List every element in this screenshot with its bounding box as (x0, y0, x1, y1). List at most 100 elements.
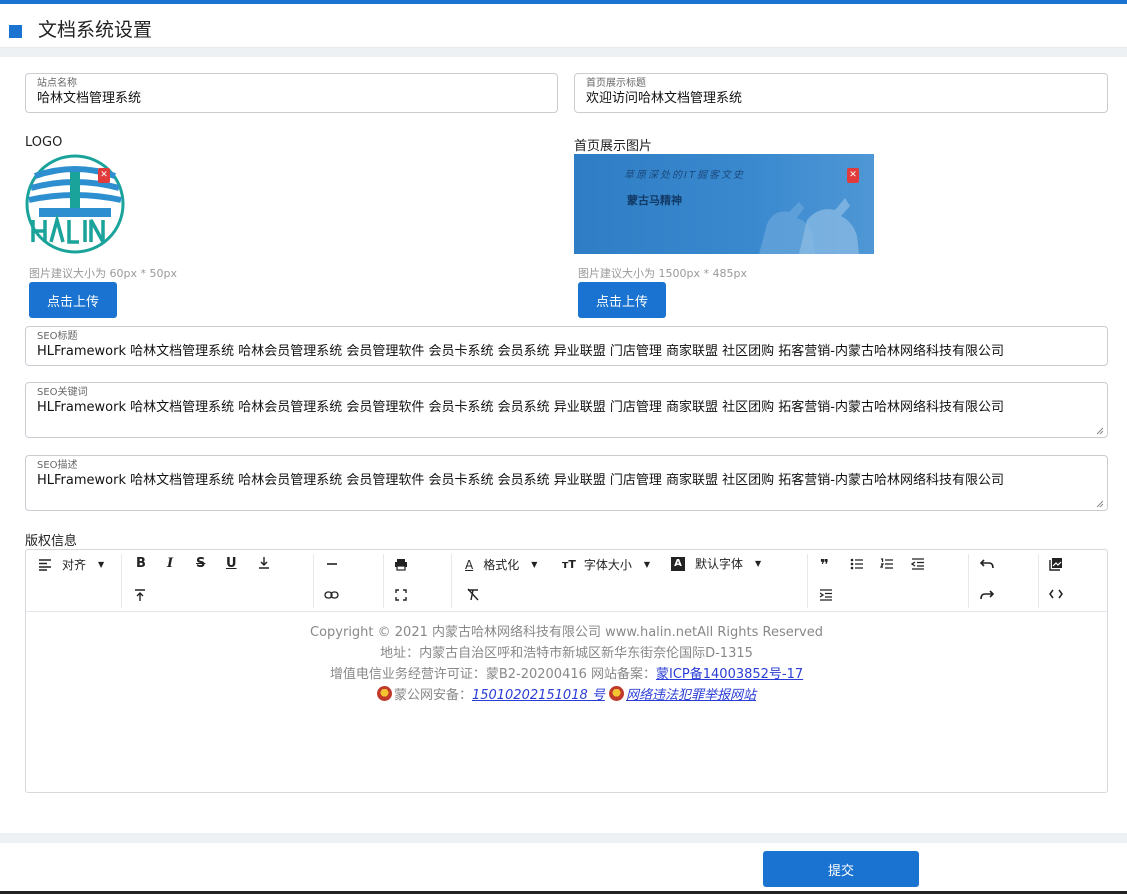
indent-button[interactable] (819, 589, 833, 601)
page-title: 文档系统设置 (38, 19, 153, 41)
police-badge-icon (609, 686, 625, 701)
logo-hint: 图片建议大小为 60px * 50px (29, 267, 177, 280)
arrow-up-bar-icon (135, 589, 145, 601)
subscript-button[interactable] (258, 556, 270, 570)
license-line: 增值电信业务经营许可证：蒙B2-20200416 网站备案：蒙ICP备14003… (26, 664, 1107, 685)
icp-link[interactable]: 蒙ICP备14003852号-17 (656, 667, 803, 682)
numbered-list-icon (880, 558, 893, 569)
site-name-field[interactable]: 站点名称 哈林文档管理系统 (25, 73, 558, 113)
italic-button[interactable]: I (167, 557, 173, 571)
blockquote-button[interactable]: ❞ (820, 558, 829, 573)
font-size-label: 字体大小 (583, 558, 632, 572)
chevron-down-icon: ▼ (98, 560, 105, 569)
toolbar-divider (451, 554, 452, 608)
home-title-field[interactable]: 首页展示标题 欢迎访问哈林文档管理系统 (574, 73, 1108, 113)
align-label: 对齐 (62, 558, 87, 572)
toolbar-divider (383, 554, 384, 608)
printer-icon (395, 559, 407, 571)
seo-keywords-value[interactable]: HLFramework 哈林文档管理系统 哈林会员管理系统 会员管理软件 会员卡… (37, 400, 1004, 416)
horses-graphic (759, 198, 859, 254)
police-badge-icon (376, 686, 392, 701)
bullet-list-button[interactable] (850, 558, 864, 570)
seo-keywords-label: SEO关键词 (37, 387, 88, 398)
redo-icon (980, 590, 994, 600)
rich-text-editor[interactable]: 对齐 ▼ B I S U A 格式化 ▼ ᴛT 字体大小 ▼ A 默认字体 ▼ … (25, 549, 1108, 793)
home-image-delete-icon[interactable]: ✕ (847, 168, 859, 183)
toolbar-divider (807, 554, 808, 608)
link-icon (324, 591, 339, 599)
print-button[interactable] (394, 558, 408, 571)
fullscreen-icon (395, 589, 407, 601)
submit-button[interactable]: 提交 (763, 851, 919, 887)
fullscreen-button[interactable] (395, 589, 407, 601)
home-image-upload-button[interactable]: 点击上传 (578, 282, 666, 318)
chevron-down-icon: ▼ (755, 559, 762, 568)
undo-button[interactable] (980, 559, 994, 569)
font-size-icon: ᴛT (562, 558, 576, 571)
outdent-icon (911, 558, 924, 570)
seo-desc-value[interactable]: HLFramework 哈林文档管理系统 哈林会员管理系统 会员管理软件 会员卡… (37, 473, 1004, 489)
logo-delete-icon[interactable]: ✕ (98, 168, 110, 183)
clear-format-button[interactable] (466, 588, 480, 601)
logo-upload-button[interactable]: 点击上传 (29, 282, 117, 318)
report-site-link[interactable]: 网络违法犯罪举报网站 (626, 688, 756, 703)
seo-desc-field[interactable]: SEO描述 HLFramework 哈林文档管理系统 哈林会员管理系统 会员管理… (25, 455, 1108, 511)
format-dropdown[interactable]: A 格式化 ▼ (465, 558, 537, 572)
logo-label: LOGO (25, 135, 63, 150)
editor-toolbar: 对齐 ▼ B I S U A 格式化 ▼ ᴛT 字体大小 ▼ A 默认字体 ▼ … (26, 550, 1107, 612)
site-name-value[interactable]: 哈林文档管理系统 (37, 91, 141, 107)
toolbar-divider (968, 554, 969, 608)
clear-format-icon (467, 588, 479, 601)
home-title-value[interactable]: 欢迎访问哈林文档管理系统 (586, 91, 742, 107)
bold-button[interactable]: B (136, 557, 146, 571)
outdent-button[interactable] (911, 558, 925, 570)
form-footer: 提交 (0, 843, 1127, 894)
resize-handle-icon[interactable] (1096, 427, 1104, 435)
source-code-button[interactable] (1049, 589, 1063, 599)
chevron-down-icon: ▼ (643, 560, 651, 569)
link-button[interactable] (324, 590, 339, 600)
police-record-link[interactable]: 15010202151018 号 (472, 688, 605, 703)
font-family-label: 默认字体 (695, 557, 744, 571)
home-title-label: 首页展示标题 (586, 78, 646, 89)
toolbar-divider (1038, 554, 1039, 608)
home-image-label: 首页展示图片 (574, 139, 653, 154)
horizontal-rule-icon (327, 563, 337, 565)
seo-title-field[interactable]: SEO标题 HLFramework 哈林文档管理系统 哈林会员管理系统 会员管理… (25, 326, 1108, 366)
police-record-text: 蒙公网安备： (393, 688, 472, 703)
banner-main-text: 蒙古马精神 (627, 194, 682, 207)
chevron-down-icon: ▼ (531, 560, 538, 569)
underline-button[interactable]: U (226, 557, 237, 571)
site-name-label: 站点名称 (37, 78, 77, 89)
police-record-line: 蒙公网安备：15010202151018 号 网络违法犯罪举报网站 (26, 685, 1107, 706)
align-icon (39, 559, 51, 571)
text-format-icon: A (465, 558, 474, 572)
align-dropdown[interactable]: 对齐 ▼ (38, 558, 104, 572)
copyright-label: 版权信息 (25, 534, 78, 549)
editor-content[interactable]: Copyright © 2021 内蒙古哈林网络科技有限公司 www.halin… (26, 613, 1107, 706)
logo-image: ✕ (25, 154, 125, 254)
horizontal-rule-button[interactable] (326, 562, 338, 566)
strikethrough-button[interactable]: S (196, 557, 205, 571)
font-family-dropdown[interactable]: A 默认字体 ▼ (671, 557, 761, 571)
license-text: 增值电信业务经营许可证：蒙B2-20200416 网站备案： (329, 667, 657, 682)
font-family-icon: A (671, 557, 685, 571)
code-icon (1049, 589, 1063, 599)
seo-title-label: SEO标题 (37, 331, 78, 342)
insert-image-button[interactable] (1049, 557, 1063, 571)
numbered-list-button[interactable] (880, 558, 894, 570)
resize-handle-icon[interactable] (1096, 500, 1104, 508)
indent-icon (819, 589, 832, 601)
redo-button[interactable] (980, 590, 994, 600)
seo-title-value[interactable]: HLFramework 哈林文档管理系统 哈林会员管理系统 会员管理软件 会员卡… (37, 344, 1004, 360)
seo-keywords-field[interactable]: SEO关键词 HLFramework 哈林文档管理系统 哈林会员管理系统 会员管… (25, 382, 1108, 438)
format-label: 格式化 (483, 558, 520, 572)
undo-icon (980, 559, 994, 569)
home-image-banner: 草原深处的IT掘客文史 蒙古马精神 ✕ (574, 154, 874, 254)
toolbar-divider (121, 554, 122, 608)
font-size-dropdown[interactable]: ᴛT 字体大小 ▼ (562, 558, 650, 572)
copyright-line: Copyright © 2021 内蒙古哈林网络科技有限公司 www.halin… (310, 625, 823, 640)
superscript-button[interactable] (134, 588, 146, 602)
banner-top-text: 草原深处的IT掘客文史 (624, 170, 746, 181)
title-marker-icon (9, 25, 22, 38)
